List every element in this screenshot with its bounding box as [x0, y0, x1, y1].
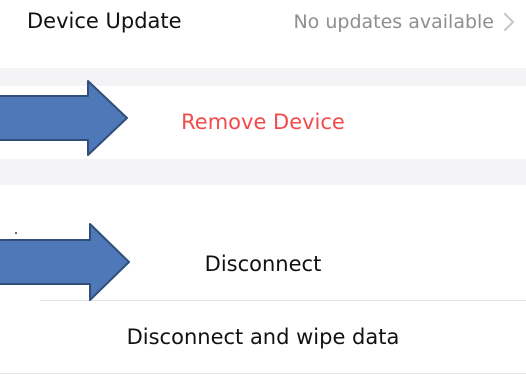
device-update-row[interactable]: Device Update No updates available — [0, 0, 526, 46]
row-divider — [0, 373, 526, 374]
settings-page: Device Update No updates available Remov… — [0, 0, 526, 375]
chevron-right-icon — [503, 12, 515, 32]
disconnect-wipe-label: Disconnect and wipe data — [126, 325, 400, 349]
image-speck — [15, 232, 17, 234]
device-update-title: Device Update — [27, 9, 182, 33]
arrow-right-icon — [0, 80, 128, 156]
device-update-status: No updates available — [293, 11, 494, 33]
disconnect-wipe-button[interactable]: Disconnect and wipe data — [0, 301, 526, 373]
arrow-right-icon — [0, 223, 130, 301]
group-separator — [0, 159, 526, 185]
